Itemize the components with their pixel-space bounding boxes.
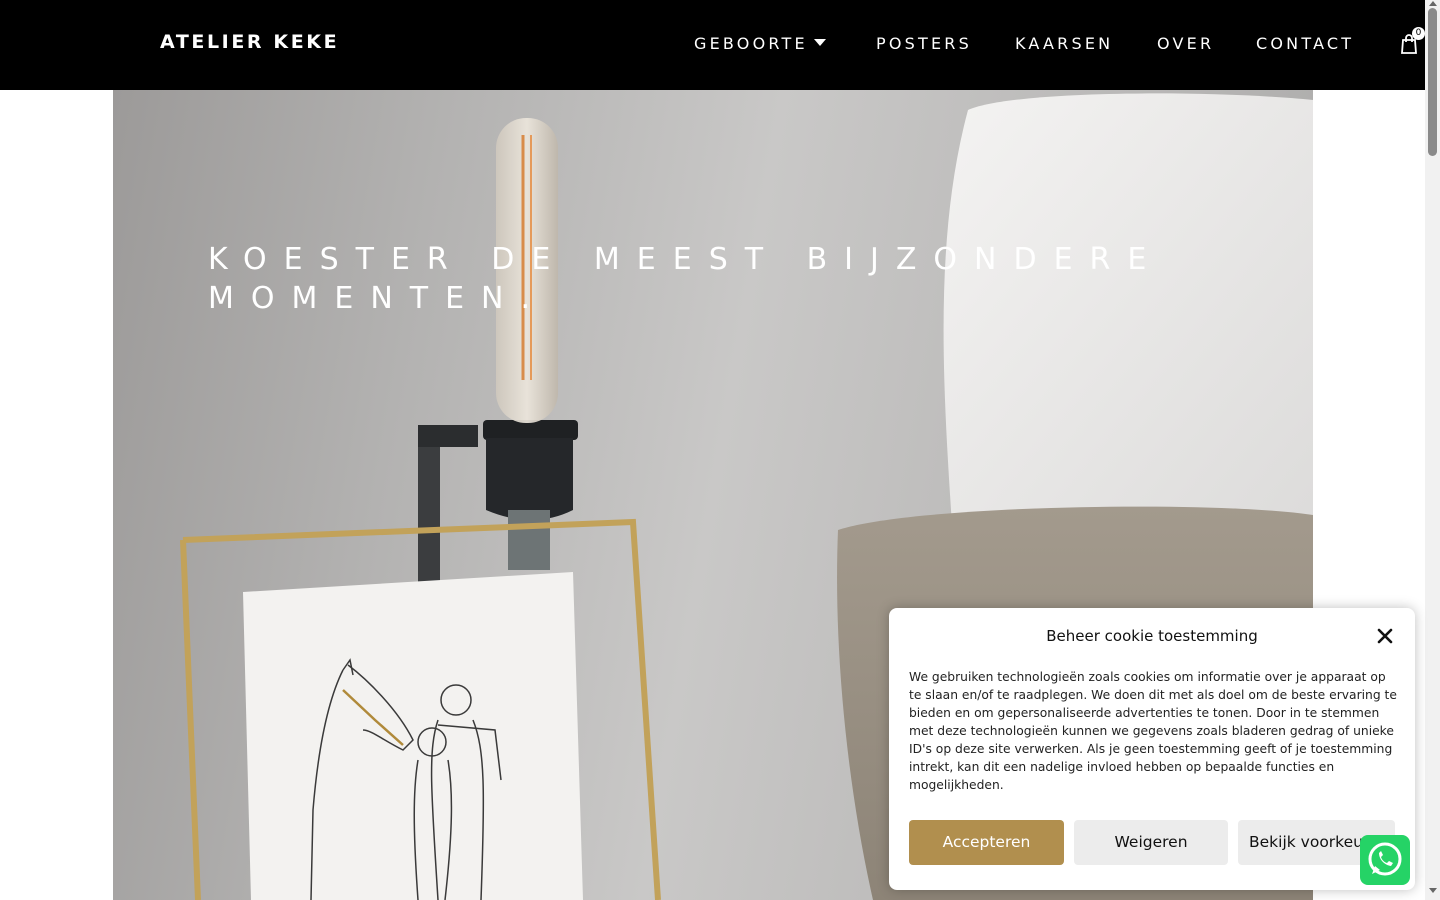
scroll-thumb[interactable] [1428, 8, 1437, 156]
nav-item-over[interactable]: OVER [1157, 34, 1214, 53]
site-header: ATELIER KEKE GEBOORTE POSTERS KAARSEN OV… [0, 0, 1425, 90]
whatsapp-icon[interactable] [1360, 835, 1410, 885]
site-logo[interactable]: ATELIER KEKE [160, 31, 339, 53]
nav-item-posters[interactable]: POSTERS [876, 34, 972, 53]
hero-title: KOESTER DE MEEST BIJZONDERE MOMENTEN. [208, 242, 1164, 316]
scroll-down-arrow-icon[interactable] [1429, 888, 1437, 893]
cookie-dialog-title: Beheer cookie toestemming [1046, 627, 1258, 645]
close-icon[interactable] [1376, 627, 1394, 645]
cookie-dialog-text: We gebruiken technologieën zoals cookies… [909, 670, 1397, 792]
accept-cookies-button[interactable]: Accepteren [909, 820, 1064, 865]
nav-label-geboorte: GEBOORTE [694, 34, 808, 53]
deny-cookies-button[interactable]: Weigeren [1074, 820, 1228, 865]
page-scrollbar[interactable] [1425, 0, 1440, 900]
cookie-consent-dialog: Beheer cookie toestemming We gebruiken t… [889, 608, 1415, 890]
nav-item-contact[interactable]: CONTACT [1256, 34, 1354, 53]
nav-item-kaarsen[interactable]: KAARSEN [1015, 34, 1113, 53]
nav-item-geboorte[interactable]: GEBOORTE [694, 34, 826, 53]
scroll-up-arrow-icon[interactable] [1429, 1, 1437, 6]
cart-count-badge: 0 [1412, 27, 1425, 40]
caret-down-icon [813, 39, 826, 46]
